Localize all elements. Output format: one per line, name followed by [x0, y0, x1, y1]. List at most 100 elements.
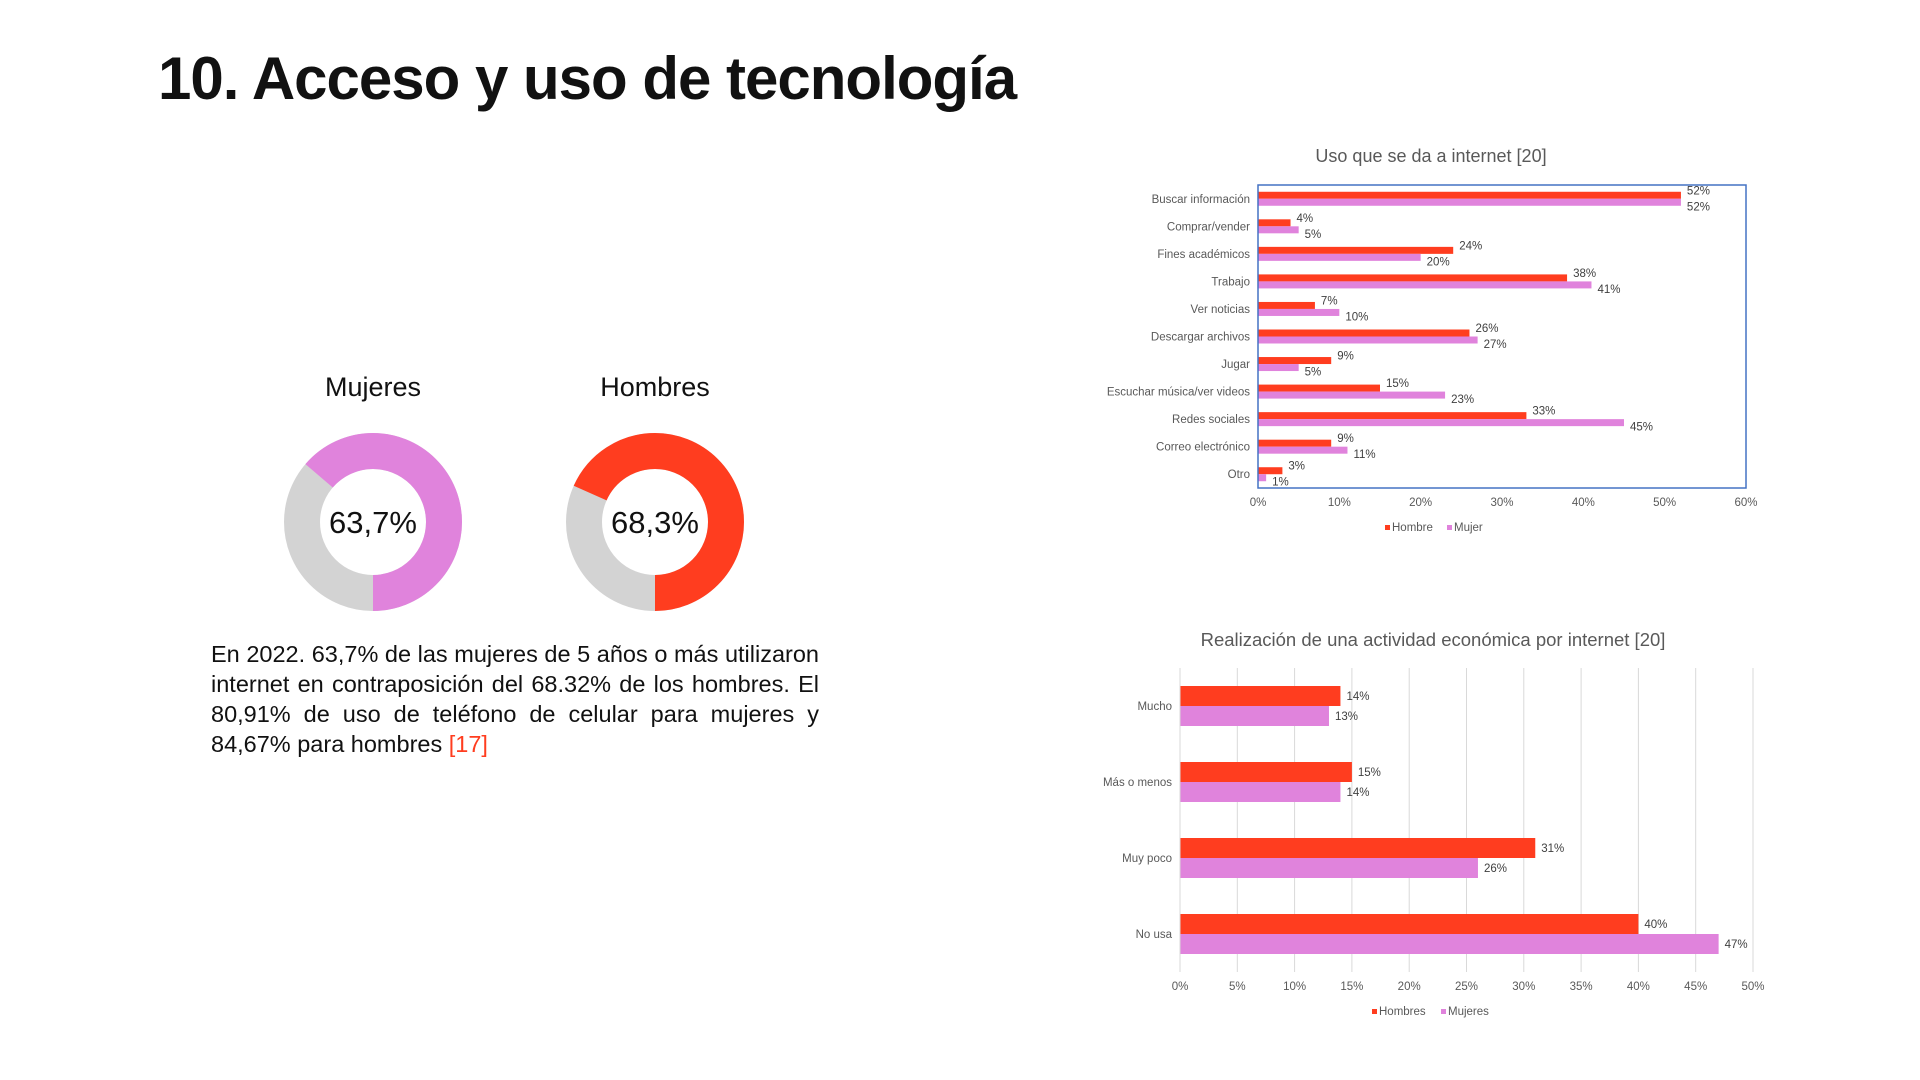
bar-mujeres	[1180, 706, 1329, 726]
x-tick-label: 45%	[1684, 981, 1707, 993]
x-tick-label: 30%	[1490, 497, 1513, 509]
x-tick-label: 40%	[1572, 497, 1595, 509]
data-label: 10%	[1345, 311, 1368, 323]
reference-link[interactable]: [17]	[449, 731, 488, 757]
internet-use-chart: Uso que se da a internet [20] Buscar info…	[1107, 146, 1758, 534]
x-tick-label: 35%	[1570, 981, 1593, 993]
category-label: Muy poco	[1122, 853, 1172, 865]
bar-hombre	[1258, 467, 1283, 475]
data-label: 38%	[1573, 268, 1596, 280]
data-label: 14%	[1346, 787, 1369, 799]
category-label: No usa	[1136, 929, 1173, 941]
bar-hombre	[1258, 357, 1332, 365]
x-tick-label: 0%	[1250, 497, 1267, 509]
legend-entry: Hombre	[1392, 522, 1433, 534]
bar-mujeres	[1180, 934, 1719, 954]
category-label: Mucho	[1137, 701, 1172, 713]
data-label: 9%	[1337, 433, 1354, 445]
category-label: Comprar/vender	[1167, 221, 1250, 233]
economic-activity-chart: Realización de una actividad económica p…	[1103, 629, 1765, 1018]
data-label: 26%	[1484, 863, 1507, 875]
category-label: Fines académicos	[1157, 249, 1250, 261]
bar-mujer	[1258, 391, 1446, 399]
data-label: 33%	[1532, 406, 1555, 418]
bar-hombre	[1258, 329, 1470, 337]
bar-hombre	[1258, 219, 1291, 227]
bar-mujeres	[1180, 858, 1478, 878]
bar-hombres	[1180, 686, 1341, 706]
bar-mujer	[1258, 198, 1681, 206]
data-label: 23%	[1451, 394, 1474, 406]
chart-title: Realización de una actividad económica p…	[1201, 629, 1666, 650]
category-label: Jugar	[1221, 359, 1250, 371]
x-tick-label: 30%	[1512, 981, 1535, 993]
bar-hombres	[1180, 914, 1639, 934]
legend-entry: Hombres	[1379, 1006, 1426, 1018]
bar-mujer	[1258, 253, 1421, 261]
bar-mujer	[1258, 281, 1592, 289]
bar-hombre	[1258, 412, 1527, 420]
donut-center-label: 63,7%	[329, 505, 417, 540]
category-label: Ver noticias	[1191, 304, 1251, 316]
category-label: Escuchar música/ver videos	[1107, 387, 1250, 399]
bar-hombres	[1180, 838, 1536, 858]
category-label: Buscar información	[1152, 194, 1250, 206]
data-label: 40%	[1644, 919, 1667, 931]
data-label: 24%	[1459, 240, 1482, 252]
data-label: 15%	[1358, 767, 1381, 779]
legend-swatch-mujer	[1447, 525, 1452, 530]
donut-center-label: 68,3%	[611, 505, 699, 540]
data-label: 11%	[1353, 449, 1375, 461]
data-label: 52%	[1687, 185, 1710, 197]
x-tick-label: 25%	[1455, 981, 1478, 993]
data-label: 5%	[1305, 229, 1322, 241]
page-title: 10. Acceso y uso de tecnología	[158, 45, 1017, 112]
data-label: 14%	[1346, 691, 1369, 703]
bar-mujer	[1258, 226, 1299, 234]
x-tick-label: 20%	[1398, 981, 1421, 993]
data-label: 7%	[1321, 295, 1338, 307]
category-label: Correo electrónico	[1156, 442, 1250, 454]
category-label: Descargar archivos	[1151, 332, 1250, 344]
legend-entry: Mujeres	[1448, 1006, 1489, 1018]
category-label: Redes sociales	[1172, 414, 1250, 426]
data-label: 9%	[1337, 351, 1354, 363]
bar-mujer	[1258, 308, 1340, 316]
x-tick-label: 0%	[1172, 981, 1189, 993]
legend-swatch-mujeres	[1441, 1009, 1446, 1014]
data-label: 27%	[1484, 339, 1507, 351]
data-label: 1%	[1272, 477, 1289, 489]
x-tick-label: 5%	[1229, 981, 1246, 993]
legend-swatch-hombre	[1385, 525, 1390, 530]
bar-hombres	[1180, 762, 1352, 782]
bar-mujer	[1258, 474, 1267, 482]
bar-mujer	[1258, 446, 1348, 454]
donut-title-hombres: Hombres	[600, 372, 710, 402]
x-tick-label: 10%	[1328, 497, 1351, 509]
x-tick-label: 50%	[1653, 497, 1676, 509]
x-tick-label: 50%	[1741, 981, 1764, 993]
data-label: 26%	[1475, 323, 1498, 335]
bar-hombre	[1258, 246, 1454, 254]
bar-mujer	[1258, 336, 1478, 344]
data-label: 47%	[1725, 939, 1748, 951]
bar-mujeres	[1180, 782, 1341, 802]
bar-hombre	[1258, 384, 1380, 392]
bar-mujer	[1258, 364, 1299, 372]
legend-entry: Mujer	[1454, 522, 1483, 534]
data-label: 5%	[1305, 367, 1322, 379]
data-label: 45%	[1630, 422, 1653, 434]
summary-text: En 2022. 63,7% de las mujeres de 5 años …	[211, 641, 819, 757]
summary-paragraph: En 2022. 63,7% de las mujeres de 5 años …	[211, 639, 819, 759]
bar-hombre	[1258, 301, 1315, 309]
data-label: 41%	[1597, 284, 1620, 296]
data-label: 31%	[1541, 843, 1564, 855]
data-label: 52%	[1687, 201, 1710, 213]
bar-hombre	[1258, 439, 1332, 447]
category-label: Trabajo	[1211, 276, 1250, 288]
category-label: Más o menos	[1103, 777, 1172, 789]
data-label: 13%	[1335, 711, 1358, 723]
data-label: 20%	[1427, 256, 1450, 268]
bar-hombre	[1258, 191, 1681, 199]
bar-hombre	[1258, 274, 1568, 282]
